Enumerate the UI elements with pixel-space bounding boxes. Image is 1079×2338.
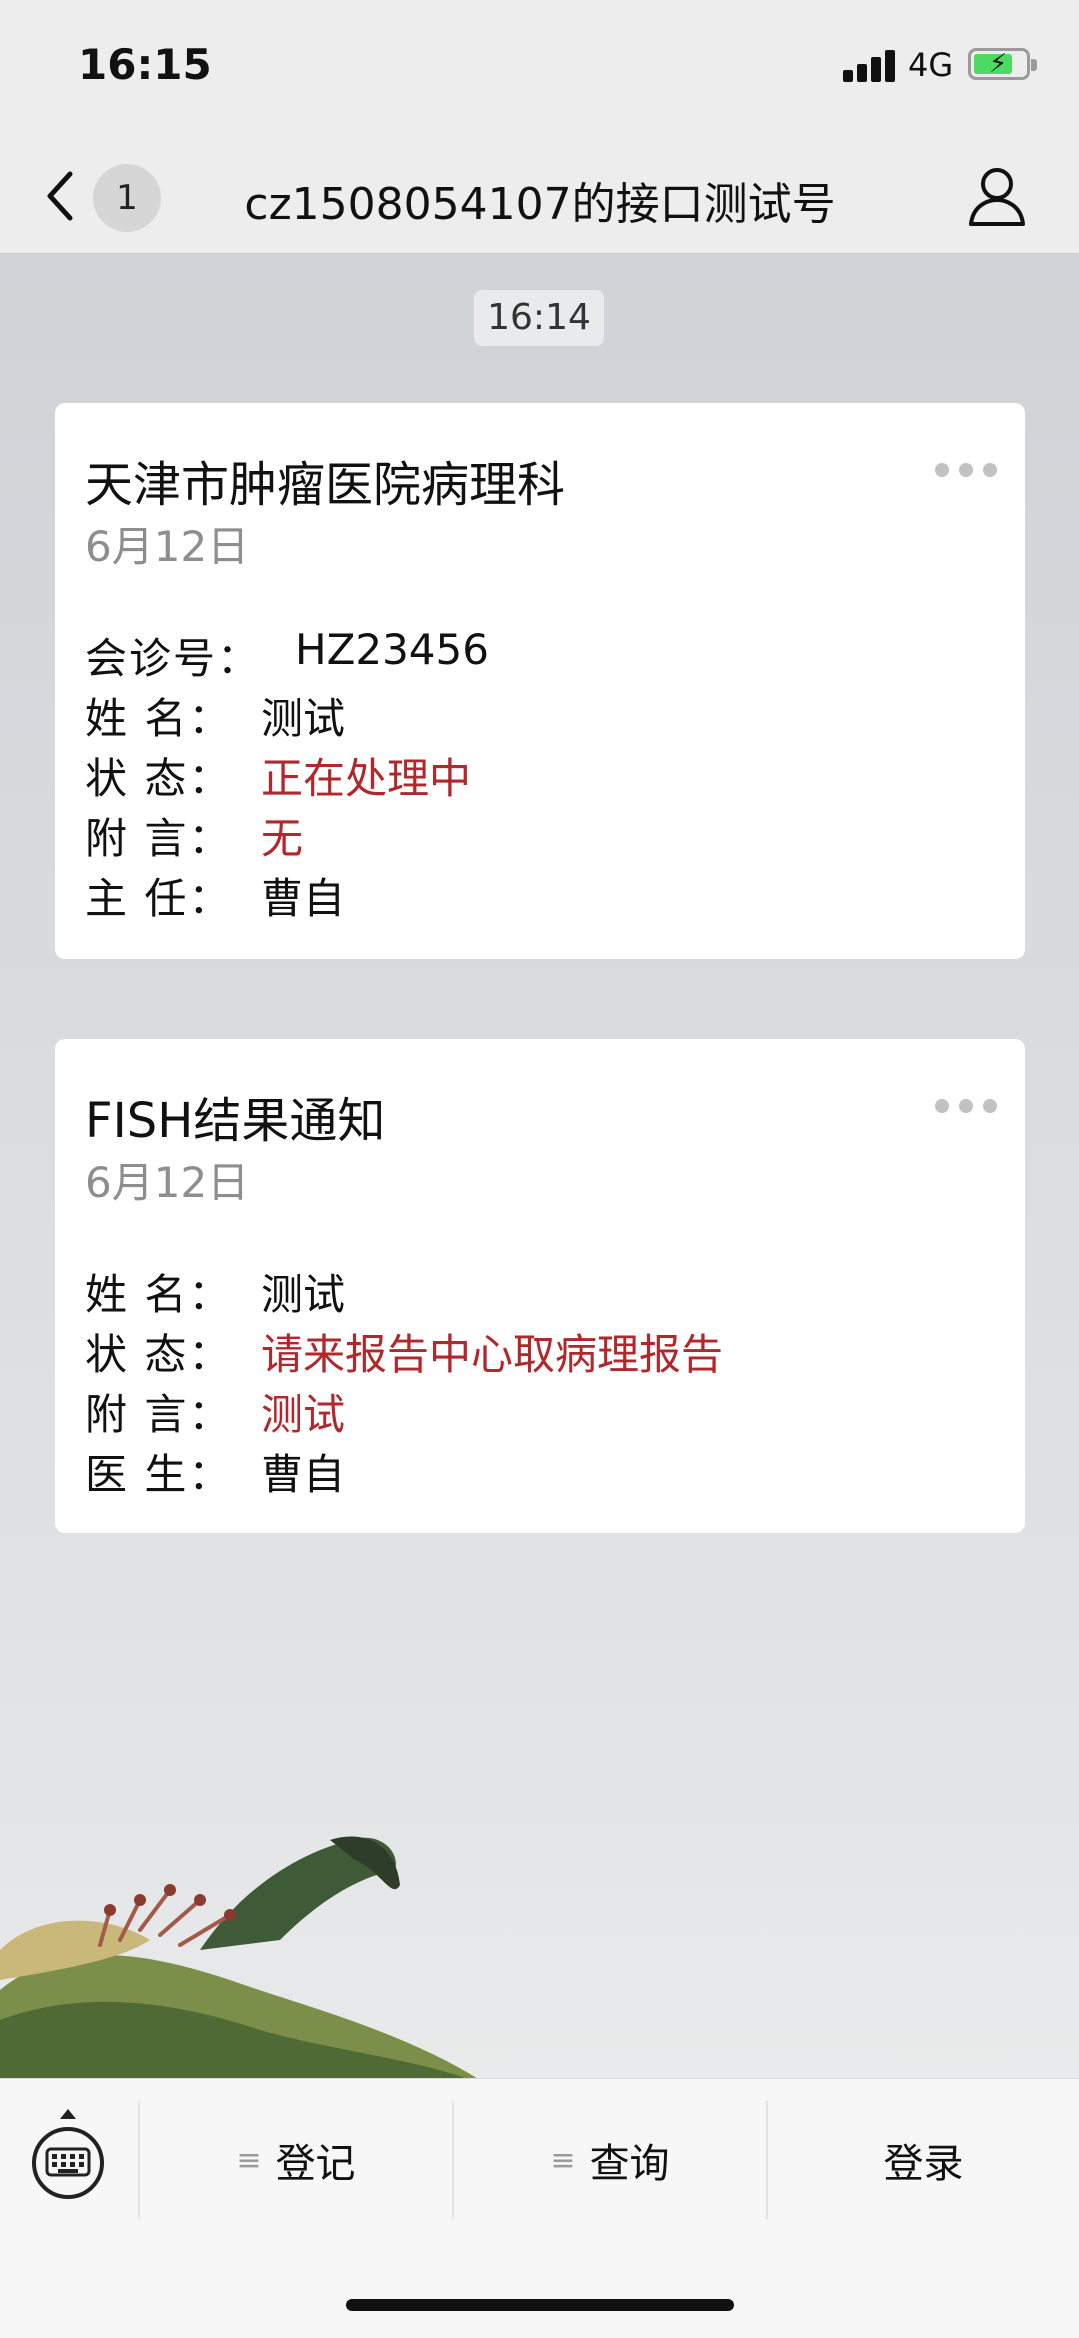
bottom-menu: ≡ 登记 ≡ 查询 登录 xyxy=(0,2078,1079,2338)
wallpaper-plant-image xyxy=(0,1836,480,2080)
card-date: 6月12日 xyxy=(85,522,250,571)
field-value: 曹自 xyxy=(261,874,346,923)
field-label: 状 态： xyxy=(85,754,233,803)
field-value: HZ23456 xyxy=(295,625,489,674)
field-label: 主 任： xyxy=(85,874,233,923)
menu-item-register[interactable]: ≡ 登记 xyxy=(140,2101,452,2219)
signal-icon xyxy=(843,50,897,82)
template-message-card[interactable]: FISH结果通知 6月12日 姓 名： 测试 状 态： 请来报告中心取病理报告 … xyxy=(55,1039,1025,1533)
keyboard-icon[interactable] xyxy=(30,2109,106,2201)
battery-icon: ⚡ xyxy=(968,48,1037,80)
menu-item-label: 登记 xyxy=(275,2141,356,2187)
field-label: 会诊号： xyxy=(85,634,262,683)
page-title: cz1508054107的接口测试号 xyxy=(244,179,836,230)
field-label: 状 态： xyxy=(85,1330,233,1379)
nav-bar: 1 cz1508054107的接口测试号 xyxy=(0,140,1079,254)
list-icon: ≡ xyxy=(550,2142,576,2178)
status-time: 16:15 xyxy=(78,40,212,89)
network-label: 4G xyxy=(908,46,954,84)
field-value: 请来报告中心取病理报告 xyxy=(261,1330,724,1379)
list-icon: ≡ xyxy=(236,2142,262,2178)
more-icon[interactable] xyxy=(935,1099,997,1113)
card-title: FISH结果通知 xyxy=(85,1093,386,1149)
template-message-card[interactable]: 天津市肿瘤医院病理科 6月12日 会诊号： HZ23456 姓 名： 测试 状 … xyxy=(55,403,1025,959)
menu-item-query[interactable]: ≡ 查询 xyxy=(454,2101,766,2219)
more-icon[interactable] xyxy=(935,463,997,477)
field-value: 无 xyxy=(261,814,304,863)
card-date: 6月12日 xyxy=(85,1158,250,1207)
person-icon[interactable] xyxy=(965,162,1029,230)
field-value: 测试 xyxy=(261,694,346,743)
field-value: 测试 xyxy=(261,1390,346,1439)
field-value: 测试 xyxy=(261,1270,346,1319)
field-label: 附 言： xyxy=(85,814,233,863)
message-timestamp: 16:14 xyxy=(474,290,604,346)
chevron-left-icon[interactable] xyxy=(40,166,80,226)
status-bar: 16:15 4G ⚡ xyxy=(0,0,1079,140)
field-value: 正在处理中 xyxy=(261,754,472,803)
field-value: 曹自 xyxy=(261,1450,346,1499)
screen: 16:15 4G ⚡ 1 cz1508054107的接口测试号 16:14 天津… xyxy=(0,0,1079,2338)
field-label: 姓 名： xyxy=(85,1270,233,1319)
home-indicator[interactable] xyxy=(346,2299,734,2311)
menu-item-label: 查询 xyxy=(589,2141,670,2187)
card-title: 天津市肿瘤医院病理科 xyxy=(85,457,566,513)
field-label: 姓 名： xyxy=(85,694,233,743)
menu-item-login[interactable]: 登录 xyxy=(768,2101,1079,2219)
unread-badge[interactable]: 1 xyxy=(93,164,161,232)
field-label: 医 生： xyxy=(85,1450,233,1499)
menu-item-label: 登录 xyxy=(883,2141,964,2187)
field-label: 附 言： xyxy=(85,1390,233,1439)
